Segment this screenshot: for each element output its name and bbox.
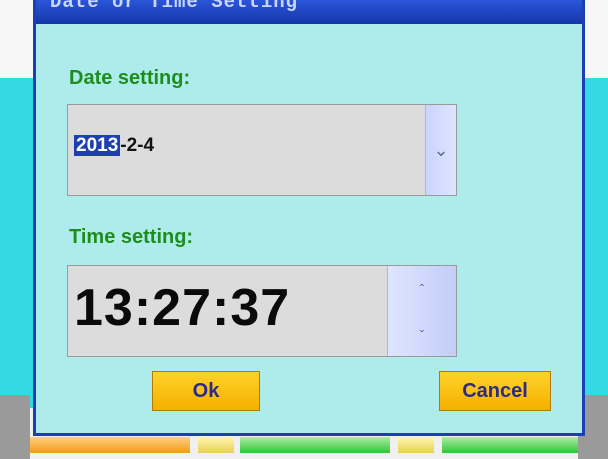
- date-month-day[interactable]: -2-4: [120, 135, 154, 156]
- chevron-up-icon: ˆ: [419, 281, 425, 297]
- date-time-dialog: Date or Time Setting Date setting: 2013-…: [33, 0, 585, 436]
- time-field[interactable]: 13:27:37: [74, 278, 290, 338]
- time-increment-button[interactable]: ˆ: [388, 266, 456, 312]
- date-picker[interactable]: 2013 -2-4 ⌄: [67, 104, 457, 196]
- time-setting-label: Time setting:: [69, 226, 194, 248]
- time-decrement-button[interactable]: ˇ: [388, 312, 456, 358]
- chevron-down-icon: ˇ: [419, 327, 425, 343]
- date-year-selected[interactable]: 2013: [74, 135, 121, 156]
- cancel-button[interactable]: Cancel: [439, 371, 551, 411]
- title-bar[interactable]: Date or Time Setting: [36, 0, 582, 24]
- date-dropdown-button[interactable]: ⌄: [425, 105, 456, 195]
- time-spin-buttons[interactable]: ˆ ˇ: [387, 266, 456, 356]
- date-field[interactable]: 2013 -2-4: [74, 135, 154, 157]
- ok-button[interactable]: Ok: [152, 371, 260, 411]
- date-setting-label: Date setting:: [69, 67, 191, 89]
- side-edge: [0, 395, 30, 459]
- status-bar-segment: [398, 437, 434, 453]
- status-bar-segment: [198, 437, 234, 453]
- chevron-down-icon: ⌄: [433, 139, 449, 160]
- status-bar-segment: [240, 437, 390, 453]
- dialog-title: Date or Time Setting: [50, 0, 299, 13]
- time-spinner[interactable]: 13:27:37 ˆ ˇ: [67, 265, 457, 357]
